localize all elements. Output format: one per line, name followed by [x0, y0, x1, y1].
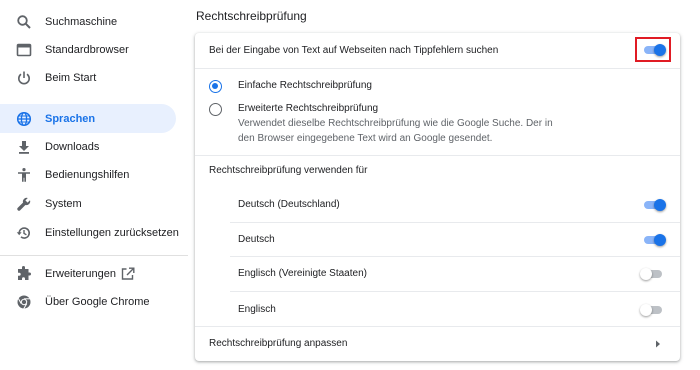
spellcheck-toggle-label: Bei der Eingabe von Text auf Webseiten n… — [209, 45, 499, 56]
sidebar-item-downloads[interactable]: Downloads — [0, 132, 176, 161]
sidebar-item-einstellungen-zuruecksetzen[interactable]: Einstellungen zurücksetzen — [0, 218, 179, 247]
highlight-box — [635, 37, 671, 62]
chrome-icon — [16, 294, 32, 310]
sidebar-item-bedienungshilfen[interactable]: Bedienungshilfen — [0, 160, 176, 189]
accessibility-icon — [16, 167, 32, 183]
enhanced-spellcheck-radio[interactable] — [209, 103, 222, 116]
sidebar: Suchmaschine Standardbrowser Beim Start … — [0, 0, 188, 370]
sidebar-item-sprachen[interactable]: Sprachen — [0, 104, 176, 133]
languages-heading: Rechtschreibprüfung verwenden für — [209, 165, 368, 176]
basic-spellcheck-label: Einfache Rechtschreibprüfung — [238, 80, 372, 91]
language-toggle-englisch[interactable] — [640, 303, 664, 317]
enhanced-spellcheck-description: Verwendet dieselbe Rechtschreibprüfung w… — [238, 118, 553, 144]
sidebar-item-label: Einstellungen zurücksetzen — [45, 226, 179, 239]
download-icon — [16, 139, 32, 155]
sidebar-divider — [0, 255, 188, 256]
sidebar-item-label: Standardbrowser — [45, 43, 129, 56]
language-label: Deutsch — [238, 234, 275, 245]
divider — [230, 222, 680, 223]
sidebar-item-label: Beim Start — [45, 71, 97, 84]
power-icon — [16, 70, 32, 86]
sidebar-item-system[interactable]: System — [0, 189, 176, 218]
customize-spellcheck-link[interactable]: Rechtschreibprüfung anpassen — [209, 338, 347, 349]
open-in-new-icon — [121, 267, 135, 281]
language-toggle-englisch-vereinigte-staaten[interactable] — [640, 267, 664, 281]
globe-icon — [16, 111, 32, 127]
sidebar-item-standardbrowser[interactable]: Standardbrowser — [0, 35, 176, 64]
divider — [195, 68, 680, 69]
language-toggle-deutsch-deutschland[interactable] — [642, 198, 666, 212]
settings-page: Suchmaschine Standardbrowser Beim Start … — [0, 0, 700, 370]
language-label: Deutsch (Deutschland) — [238, 199, 340, 210]
enhanced-spellcheck-label: Erweiterte Rechtschreibprüfung — [238, 103, 379, 114]
divider — [195, 155, 680, 156]
sidebar-item-erweiterungen[interactable]: Erweiterungen — [0, 259, 176, 288]
puzzle-icon — [16, 265, 32, 282]
divider — [230, 256, 680, 257]
sidebar-item-suchmaschine[interactable]: Suchmaschine — [0, 7, 176, 36]
sidebar-item-label: Bedienungshilfen — [45, 168, 130, 181]
chevron-right-icon[interactable] — [655, 340, 661, 348]
language-toggle-deutsch[interactable] — [642, 233, 666, 247]
language-label: Englisch (Vereinigte Staaten) — [238, 268, 367, 279]
section-title: Rechtschreibprüfung — [196, 9, 307, 23]
sidebar-item-label: Erweiterungen — [45, 267, 116, 280]
sidebar-item-beim-start[interactable]: Beim Start — [0, 63, 176, 92]
language-label: Englisch — [238, 304, 276, 315]
wrench-icon — [16, 196, 32, 212]
sidebar-item-label: Downloads — [45, 140, 100, 153]
sidebar-item-label: Über Google Chrome — [45, 295, 150, 308]
divider — [195, 326, 680, 327]
browser-window-icon — [16, 42, 32, 58]
sidebar-item-ueber-google-chrome[interactable]: Über Google Chrome — [0, 287, 176, 316]
divider — [230, 291, 680, 292]
basic-spellcheck-radio[interactable] — [209, 80, 222, 93]
search-icon — [16, 14, 32, 30]
sidebar-item-label: System — [45, 197, 82, 210]
reset-history-icon — [16, 225, 32, 241]
sidebar-item-label: Suchmaschine — [45, 15, 118, 28]
sidebar-item-label: Sprachen — [45, 112, 96, 125]
